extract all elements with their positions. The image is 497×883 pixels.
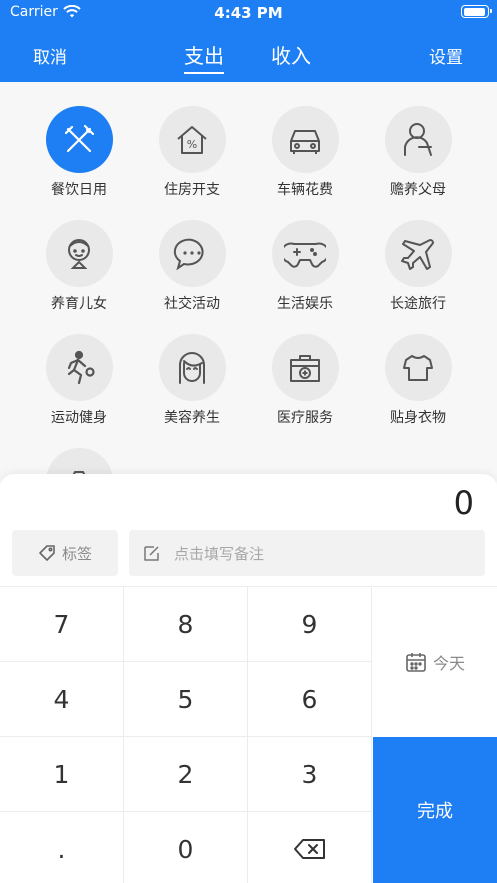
tab-underline <box>184 72 224 74</box>
cancel-button[interactable]: 取消 <box>33 43 67 68</box>
woman-face-icon <box>179 351 205 384</box>
nav-bar: 取消 支出 收入 设置 <box>0 34 497 78</box>
utensils-icon <box>64 124 95 152</box>
key-4[interactable]: 4 <box>0 661 124 736</box>
key-7[interactable]: 7 <box>0 586 124 661</box>
edit-icon <box>144 545 159 561</box>
category-travel[interactable]: 长途旅行 <box>363 220 473 313</box>
category-label: 美容养生 <box>164 410 220 426</box>
category-label: 车辆花费 <box>277 182 333 198</box>
key-3[interactable]: 3 <box>248 736 372 811</box>
category-grid: 餐饮日用 % 住房开支 车辆花费 赡养父母 养育儿女 社交活动 生活娱乐 长途旅… <box>0 82 497 482</box>
date-button[interactable]: 今天 <box>373 586 497 737</box>
child-icon <box>68 238 90 269</box>
tab-income[interactable]: 收入 <box>271 40 311 69</box>
category-entertainment[interactable]: 生活娱乐 <box>250 220 360 313</box>
category-label: 赡养父母 <box>390 182 446 198</box>
keypad: 7 8 9 4 5 6 1 2 3 . 0 今天 完成 <box>0 586 497 883</box>
category-label: 生活娱乐 <box>277 296 333 312</box>
category-dining[interactable]: 餐饮日用 <box>24 106 134 199</box>
house-icon: % <box>177 125 207 154</box>
header: Carrier 4:43 PM 取消 支出 收入 设置 <box>0 0 497 82</box>
backspace-icon <box>293 839 325 859</box>
category-label: 住房开支 <box>164 182 220 198</box>
category-label: 贴身衣物 <box>390 410 446 426</box>
tag-icon <box>39 545 55 561</box>
entry-panel: 0 标签 点击填写备注 7 8 9 4 5 6 1 2 3 . 0 今天 完成 <box>0 474 497 883</box>
tag-button[interactable]: 标签 <box>12 530 118 576</box>
elder-icon <box>404 122 432 156</box>
key-5[interactable]: 5 <box>124 661 248 736</box>
tag-label: 标签 <box>61 544 92 563</box>
car-icon <box>290 129 320 154</box>
category-beauty[interactable]: 美容养生 <box>137 334 247 427</box>
category-label: 餐饮日用 <box>51 182 107 198</box>
backspace-button[interactable] <box>248 811 372 883</box>
gamepad-icon <box>284 242 326 268</box>
category-children[interactable]: 养育儿女 <box>24 220 134 313</box>
category-clothing[interactable]: 贴身衣物 <box>363 334 473 427</box>
calendar-icon <box>406 653 426 672</box>
category-fitness[interactable]: 运动健身 <box>24 334 134 427</box>
category-label: 长途旅行 <box>390 296 446 312</box>
status-bar: Carrier 4:43 PM <box>0 0 497 26</box>
settings-button[interactable]: 设置 <box>429 43 463 68</box>
shirt-icon <box>403 354 433 381</box>
category-label: 社交活动 <box>164 296 220 312</box>
medical-kit-icon <box>290 354 320 382</box>
key-9[interactable]: 9 <box>248 586 372 661</box>
key-1[interactable]: 1 <box>0 736 124 811</box>
svg-text:%: % <box>187 138 197 151</box>
category-medical[interactable]: 医疗服务 <box>250 334 360 427</box>
key-2[interactable]: 2 <box>124 736 248 811</box>
key-decimal[interactable]: . <box>0 811 124 883</box>
key-6[interactable]: 6 <box>248 661 372 736</box>
battery-icon <box>461 5 492 18</box>
chat-bubble-icon <box>173 238 204 270</box>
date-label: 今天 <box>432 654 465 673</box>
category-car[interactable]: 车辆花费 <box>250 106 360 199</box>
tab-expense[interactable]: 支出 <box>184 40 224 69</box>
category-label: 医疗服务 <box>277 410 333 426</box>
done-button[interactable]: 完成 <box>373 737 497 883</box>
key-8[interactable]: 8 <box>124 586 248 661</box>
amount-display: 0 <box>453 484 474 522</box>
category-parents[interactable]: 赡养父母 <box>363 106 473 199</box>
battery-fill <box>463 7 486 16</box>
category-housing[interactable]: % 住房开支 <box>137 106 247 199</box>
category-label: 运动健身 <box>51 410 107 426</box>
key-0[interactable]: 0 <box>124 811 248 883</box>
category-social[interactable]: 社交活动 <box>137 220 247 313</box>
note-placeholder: 点击填写备注 <box>174 544 265 563</box>
category-label: 养育儿女 <box>51 296 107 312</box>
note-input[interactable]: 点击填写备注 <box>129 530 485 576</box>
runner-icon <box>67 350 95 384</box>
clock: 4:43 PM <box>214 4 283 22</box>
airplane-icon <box>401 238 434 270</box>
